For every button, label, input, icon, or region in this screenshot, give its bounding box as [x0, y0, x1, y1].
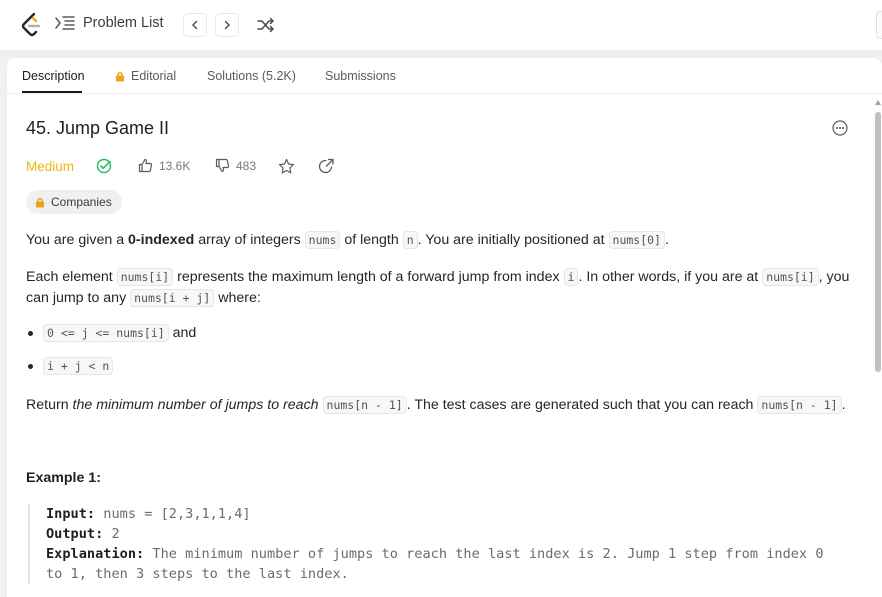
tab-description[interactable]: Description — [22, 69, 85, 83]
prev-problem-button[interactable] — [183, 13, 207, 37]
solved-check-icon — [96, 158, 112, 174]
shuffle-icon[interactable] — [256, 15, 276, 35]
list-item: i + j < n — [28, 357, 114, 375]
description-paragraph-1: You are given a 0-indexed array of integ… — [26, 230, 856, 251]
list-item-content: i + j < n — [43, 357, 114, 375]
text: represents the maximum length of a forwa… — [173, 269, 564, 285]
example-explanation-line: Explanation: The minimum number of jumps… — [46, 544, 858, 564]
tab-submissions-label: Submissions — [325, 69, 396, 83]
example-block: Input: nums = [2,3,1,1,4] Output: 2 Expl… — [28, 504, 858, 584]
like-count: 13.6K — [159, 158, 191, 173]
difficulty-badge: Medium — [26, 158, 75, 174]
description-paragraph-3: Return the minimum number of jumps to re… — [26, 395, 856, 416]
top-navbar: Problem List — [0, 0, 882, 50]
tab-submissions[interactable]: Submissions — [325, 69, 396, 83]
panel-scrollbar[interactable] — [874, 98, 882, 597]
output-label: Output: — [46, 526, 104, 542]
thumbs-up-icon — [138, 158, 153, 173]
explanation-text: The minimum number of jumps to reach the… — [144, 546, 824, 562]
text: Return — [26, 397, 73, 413]
list-item-content: 0 <= j <= nums[i] and — [43, 324, 197, 342]
companies-tag[interactable]: Companies — [26, 190, 122, 214]
next-problem-button[interactable] — [215, 13, 239, 37]
input-value: nums = [2,3,1,1,4] — [95, 506, 251, 522]
bullet-dot — [28, 363, 33, 369]
more-options-icon[interactable] — [832, 120, 848, 136]
inline-code: nums[n - 1] — [757, 396, 842, 414]
inline-code: 0 <= j <= nums[i] — [43, 324, 169, 342]
share-icon[interactable] — [318, 158, 335, 175]
example-output-line: Output: 2 — [46, 524, 858, 544]
inline-code: i — [563, 268, 579, 286]
example-title: Example 1: — [26, 470, 101, 486]
problem-meta: Medium — [26, 158, 74, 174]
list-item: 0 <= j <= nums[i] and — [28, 324, 197, 342]
inline-code: i + j < n — [43, 357, 114, 375]
tab-solutions[interactable]: Solutions (5.2K) — [207, 69, 296, 83]
output-value: 2 — [103, 526, 120, 542]
scroll-thumb[interactable] — [875, 112, 881, 372]
leetcode-logo-icon[interactable] — [20, 12, 42, 38]
inline-code: nums — [304, 231, 341, 249]
lock-icon — [116, 71, 124, 81]
text: where: — [214, 290, 261, 306]
text: . You are initially positioned at — [417, 232, 609, 248]
input-label: Input: — [46, 506, 96, 522]
like-button[interactable]: 13.6K — [138, 158, 190, 173]
italic-text: the minimum number of jumps to reach — [72, 397, 319, 413]
bold-text: 0-indexed — [128, 232, 195, 248]
text: You are given a — [26, 232, 129, 248]
inline-code: nums[i + j] — [130, 289, 215, 307]
text: . — [664, 232, 669, 248]
example-explanation-line: to 1, then 3 steps to the last index. — [46, 566, 349, 582]
description-panel: Description Editorial Solutions (5.2K) S… — [7, 58, 882, 597]
example-input-line: Input: nums = [2,3,1,1,4] — [46, 504, 858, 524]
list-icon — [55, 16, 75, 30]
lock-icon — [36, 197, 44, 207]
description-paragraph-2: Each element nums[i] represents the maxi… — [26, 267, 856, 309]
text: . In other words, if you are at — [578, 269, 763, 285]
dislike-button[interactable]: 483 — [215, 158, 256, 173]
text: and — [168, 325, 197, 341]
inline-code: nums[0] — [608, 231, 665, 249]
star-icon[interactable] — [278, 158, 295, 175]
inline-code: n — [402, 231, 418, 249]
problem-list-button[interactable]: Problem List — [55, 15, 164, 31]
chevron-right-icon — [224, 20, 230, 30]
dislike-count: 483 — [236, 158, 257, 173]
companies-label: Companies — [51, 195, 112, 209]
active-tab-indicator — [22, 91, 82, 93]
text: array of integers — [194, 232, 305, 248]
problem-list-label: Problem List — [83, 15, 164, 31]
inline-code: nums[n - 1] — [322, 396, 407, 414]
inline-code: nums[i] — [116, 268, 174, 286]
scroll-up-icon[interactable] — [875, 100, 881, 105]
tab-editorial[interactable]: Editorial — [115, 69, 176, 83]
text — [319, 397, 323, 413]
text: . — [841, 397, 846, 413]
tab-solutions-label: Solutions (5.2K) — [207, 69, 296, 83]
thumbs-down-icon — [215, 158, 230, 173]
tab-description-label: Description — [22, 69, 85, 83]
chevron-left-icon — [192, 20, 198, 30]
inline-code: nums[i] — [762, 268, 819, 286]
text: Each element — [26, 269, 117, 285]
problem-title: 45. Jump Game II — [26, 118, 170, 138]
text: of length — [340, 232, 403, 248]
panel-tabs: Description Editorial Solutions (5.2K) S… — [7, 58, 882, 94]
bullet-dot — [28, 330, 33, 336]
explanation-label: Explanation: — [46, 546, 145, 562]
topbar-right-control[interactable] — [876, 11, 882, 39]
tab-editorial-label: Editorial — [131, 69, 177, 83]
text: . The test cases are generated such that… — [406, 397, 758, 413]
